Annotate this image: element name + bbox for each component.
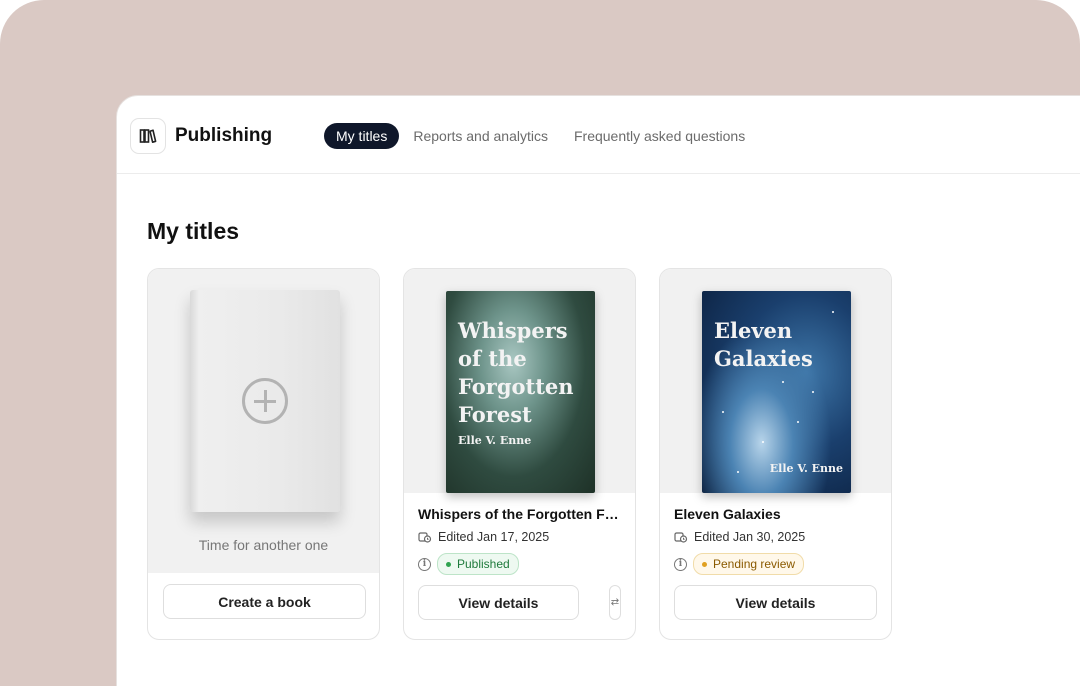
app-logo[interactable] xyxy=(130,118,166,154)
placeholder-book[interactable] xyxy=(190,290,340,512)
star xyxy=(762,441,764,443)
create-book-card: Time for another one Create a book xyxy=(147,268,380,640)
status-badge: Pending review xyxy=(693,553,805,575)
edited-date-row: Edited Jan 17, 2025 xyxy=(418,530,549,544)
book-card: Eleven Galaxies Elle V. Enne Eleven Gala… xyxy=(659,268,892,640)
star xyxy=(737,471,739,473)
view-details-button[interactable]: View details xyxy=(674,585,877,620)
create-book-button[interactable]: Create a book xyxy=(163,584,366,619)
book-cover[interactable]: Eleven Galaxies Elle V. Enne xyxy=(702,291,851,493)
status-label: Published xyxy=(457,557,510,571)
cover-title: Whispers of the Forgotten Forest xyxy=(458,318,574,427)
status-row: i Published xyxy=(418,553,519,575)
edited-date: Edited Jan 17, 2025 xyxy=(438,530,550,544)
tab-reports-and-analytics[interactable]: Reports and analytics xyxy=(401,123,560,149)
placeholder-caption: Time for another one xyxy=(198,537,329,553)
info-icon[interactable]: i xyxy=(418,557,431,571)
card-cover-area: Time for another one xyxy=(148,269,379,573)
book-card: Whispers of the Forgotten Forest Elle V.… xyxy=(403,268,636,640)
edit-history-icon xyxy=(418,532,432,543)
cover-author: Elle V. Enne xyxy=(769,462,843,475)
status-dot xyxy=(446,561,451,567)
edit-history-icon xyxy=(674,532,688,543)
app-window: Publishing My titles Reports and analyti… xyxy=(116,95,1080,686)
card-cover-area: Whispers of the Forgotten Forest Elle V.… xyxy=(404,269,635,493)
card-cover-area: Eleven Galaxies Elle V. Enne xyxy=(660,269,891,493)
app-name: Publishing xyxy=(175,125,273,146)
cover-title: Eleven Galaxies xyxy=(714,318,813,371)
book-title: Whispers of the Forgotten Fo... xyxy=(418,506,623,522)
status-row: i Pending review xyxy=(674,553,805,575)
star xyxy=(782,381,784,383)
edited-date-row: Edited Jan 30, 2025 xyxy=(674,530,805,544)
status-badge: Published xyxy=(437,553,519,575)
book-title: Eleven Galaxies xyxy=(674,506,781,522)
more-actions-button[interactable]: ⇄ xyxy=(609,585,621,620)
device-frame: Publishing My titles Reports and analyti… xyxy=(0,0,1080,686)
plus-circle-icon xyxy=(242,378,288,424)
star xyxy=(797,421,799,423)
tab-my-titles[interactable]: My titles xyxy=(324,123,400,149)
star xyxy=(832,311,834,313)
star xyxy=(812,391,814,393)
status-dot xyxy=(702,561,707,567)
main-nav: My titles Reports and analytics Frequent… xyxy=(324,123,759,149)
cover-author: Elle V. Enne xyxy=(458,434,532,447)
book-cover[interactable]: Whispers of the Forgotten Forest Elle V.… xyxy=(446,291,595,493)
library-books-icon xyxy=(139,129,157,143)
info-icon[interactable]: i xyxy=(674,557,687,571)
star xyxy=(722,411,724,413)
top-navigation-bar: Publishing My titles Reports and analyti… xyxy=(117,96,1080,174)
swap-icon: ⇄ xyxy=(610,597,620,608)
edited-date: Edited Jan 30, 2025 xyxy=(694,530,806,544)
view-details-button[interactable]: View details xyxy=(418,585,579,620)
page-title: My titles xyxy=(147,218,240,244)
status-label: Pending review xyxy=(713,557,796,571)
tab-frequently-asked-questions[interactable]: Frequently asked questions xyxy=(562,123,757,149)
